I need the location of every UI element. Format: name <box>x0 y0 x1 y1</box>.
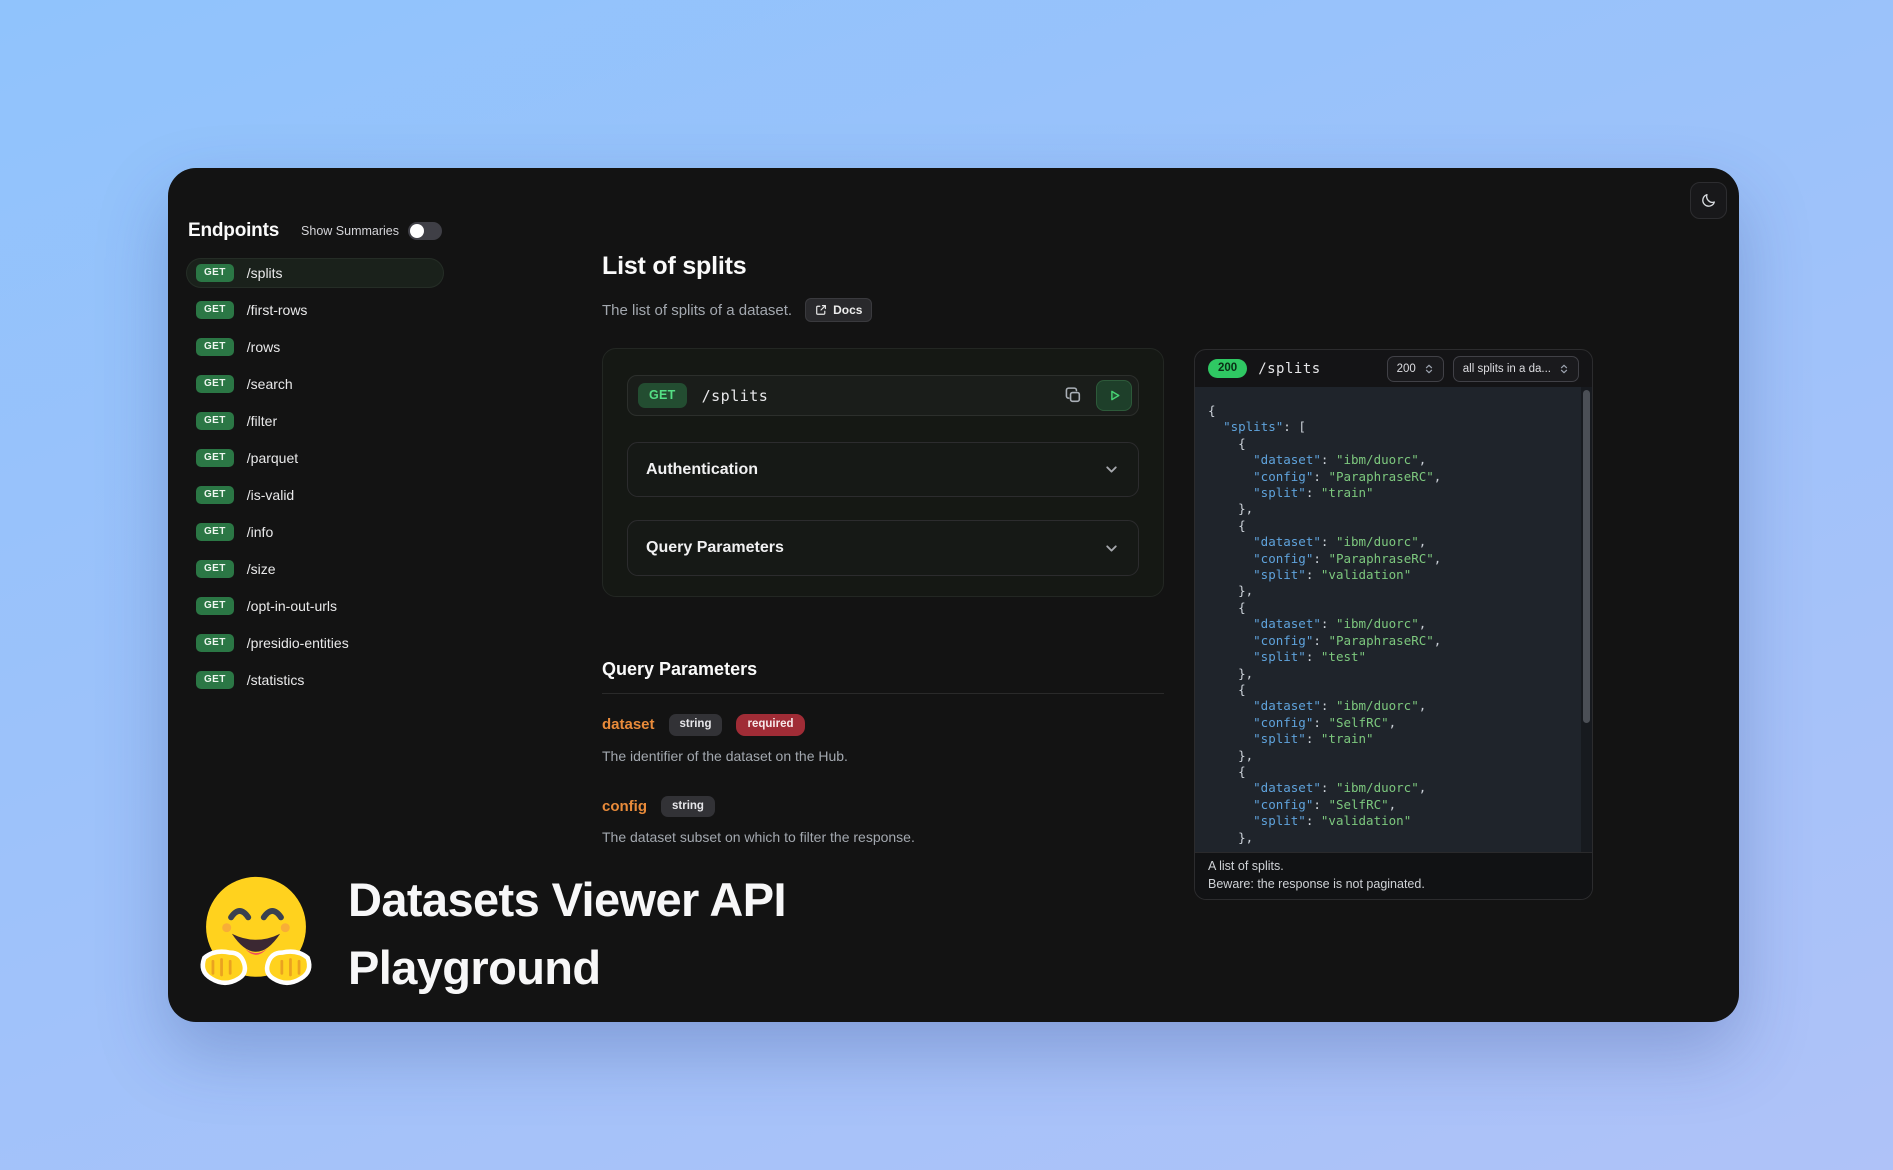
sidebar: Endpoints Show Summaries GET /splits GET… <box>186 220 444 702</box>
method-badge: GET <box>196 560 234 578</box>
endpoint-path-label: /filter <box>247 413 277 429</box>
request-bar: GET /splits <box>627 375 1139 416</box>
chevron-down-icon <box>1103 461 1120 478</box>
method-badge: GET <box>196 375 234 393</box>
sidebar-item-is-valid[interactable]: GET /is-valid <box>186 480 444 510</box>
show-summaries-toggle[interactable] <box>408 222 442 240</box>
param-block: dataset string required The identifier o… <box>602 714 1164 764</box>
method-badge: GET <box>196 264 234 282</box>
example-select[interactable]: all splits in a da... <box>1453 356 1579 382</box>
method-badge: GET <box>196 671 234 689</box>
response-panel: 200 /splits 200 all splits in a da... <box>1194 349 1593 900</box>
branding: Datasets Viewer API Playground <box>194 866 786 1002</box>
status-badge: 200 <box>1208 359 1247 379</box>
copy-button[interactable] <box>1058 381 1088 411</box>
sidebar-item-size[interactable]: GET /size <box>186 554 444 584</box>
method-badge: GET <box>196 449 234 467</box>
param-type-badge: string <box>661 796 715 818</box>
moon-icon <box>1700 192 1717 209</box>
external-link-icon <box>815 304 827 316</box>
brand-title-line1: Datasets Viewer API <box>348 866 786 934</box>
sidebar-item-filter[interactable]: GET /filter <box>186 406 444 436</box>
example-select-value: all splits in a da... <box>1463 363 1551 375</box>
hugging-face-logo <box>194 866 318 994</box>
scrollbar-thumb[interactable] <box>1583 390 1590 723</box>
dark-mode-toggle-button[interactable] <box>1690 182 1727 219</box>
params-list: dataset string required The identifier o… <box>602 714 1164 845</box>
endpoint-path-label: /is-valid <box>247 487 294 503</box>
param-name: config <box>602 798 647 815</box>
param-type-badge: string <box>669 714 723 736</box>
query-parameters-section-title: Query Parameters <box>602 659 1164 680</box>
chevron-down-icon <box>1103 540 1120 557</box>
endpoint-path-label: /search <box>247 376 293 392</box>
response-header: 200 /splits 200 all splits in a da... <box>1195 350 1592 387</box>
brand-title: Datasets Viewer API Playground <box>348 866 786 1002</box>
method-badge: GET <box>196 412 234 430</box>
copy-icon <box>1064 386 1083 405</box>
response-json-viewer: { "splits": [ { "dataset": "ibm/duorc", … <box>1195 387 1592 852</box>
authentication-accordion[interactable]: Authentication <box>627 442 1139 497</box>
response-path: /splits <box>1258 361 1321 377</box>
page-title: List of splits <box>602 252 1164 281</box>
request-method-badge: GET <box>638 383 687 408</box>
show-summaries-label: Show Summaries <box>301 224 399 238</box>
accordion-label: Query Parameters <box>646 539 784 557</box>
status-code-select[interactable]: 200 <box>1387 356 1444 382</box>
method-badge: GET <box>196 597 234 615</box>
scrollbar-track <box>1581 387 1592 852</box>
sidebar-item-rows[interactable]: GET /rows <box>186 332 444 362</box>
param-name: dataset <box>602 716 655 733</box>
docs-button-label: Docs <box>833 303 862 317</box>
endpoint-path-label: /statistics <box>247 672 305 688</box>
method-badge: GET <box>196 523 234 541</box>
method-badge: GET <box>196 486 234 504</box>
sidebar-item-statistics[interactable]: GET /statistics <box>186 665 444 695</box>
endpoints-list: GET /splits GET /first-rows GET /rows GE… <box>186 258 444 695</box>
request-panel: GET /splits <box>602 348 1164 597</box>
endpoint-path-label: /presidio-entities <box>247 635 349 651</box>
sidebar-item-first-rows[interactable]: GET /first-rows <box>186 295 444 325</box>
method-badge: GET <box>196 634 234 652</box>
sidebar-item-opt-in-out-urls[interactable]: GET /opt-in-out-urls <box>186 591 444 621</box>
endpoint-path-label: /opt-in-out-urls <box>247 598 337 614</box>
brand-title-line2: Playground <box>348 934 786 1002</box>
method-badge: GET <box>196 301 234 319</box>
play-icon <box>1107 388 1122 403</box>
sidebar-item-presidio-entities[interactable]: GET /presidio-entities <box>186 628 444 658</box>
request-path: /splits <box>702 387 769 405</box>
response-footer: A list of splits.Beware: the response is… <box>1195 852 1592 899</box>
param-description: The dataset subset on which to filter th… <box>602 829 1164 845</box>
chevron-up-down-icon <box>1559 363 1569 375</box>
query-parameters-accordion[interactable]: Query Parameters <box>627 520 1139 576</box>
page-subtitle: The list of splits of a dataset. <box>602 302 792 319</box>
sidebar-item-info[interactable]: GET /info <box>186 517 444 547</box>
status-code-select-value: 200 <box>1397 363 1416 375</box>
param-description: The identifier of the dataset on the Hub… <box>602 748 1164 764</box>
divider <box>602 693 1164 694</box>
endpoint-path-label: /first-rows <box>247 302 308 318</box>
main-content: List of splits The list of splits of a d… <box>602 252 1164 845</box>
run-request-button[interactable] <box>1096 380 1132 411</box>
accordion-label: Authentication <box>646 461 758 479</box>
endpoint-path-label: /info <box>247 524 273 540</box>
sidebar-item-search[interactable]: GET /search <box>186 369 444 399</box>
sidebar-item-parquet[interactable]: GET /parquet <box>186 443 444 473</box>
sidebar-item-splits[interactable]: GET /splits <box>186 258 444 288</box>
method-badge: GET <box>196 338 234 356</box>
sidebar-title: Endpoints <box>188 220 279 242</box>
response-footer-line: A list of splits. <box>1208 858 1579 876</box>
endpoint-path-label: /splits <box>247 265 283 281</box>
endpoint-path-label: /rows <box>247 339 280 355</box>
docs-button[interactable]: Docs <box>805 298 872 322</box>
param-block: config string The dataset subset on whic… <box>602 796 1164 846</box>
response-footer-line: Beware: the response is not paginated. <box>1208 876 1579 894</box>
toggle-knob <box>410 224 424 238</box>
param-required-badge: required <box>736 714 804 736</box>
endpoint-path-label: /parquet <box>247 450 298 466</box>
app-card: Endpoints Show Summaries GET /splits GET… <box>168 168 1739 1022</box>
endpoint-path-label: /size <box>247 561 276 577</box>
chevron-up-down-icon <box>1424 363 1434 375</box>
